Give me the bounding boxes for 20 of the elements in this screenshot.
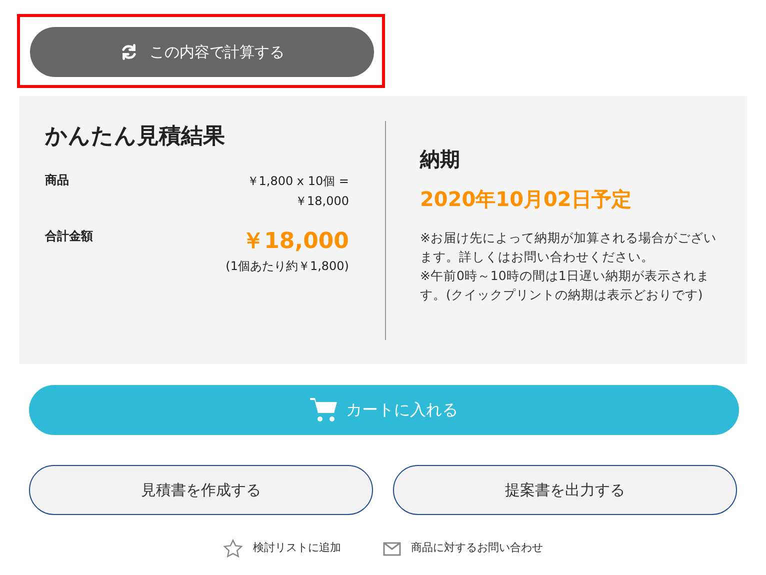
secondary-button[interactable]: 見積書を作成する xyxy=(29,465,373,515)
cart-icon xyxy=(310,397,338,423)
row-label: 商品 xyxy=(45,172,69,189)
delivery-note: ※午前0時～10時の間は1日遅い納期が表示されます。(クイックプリントの納期は表示どおりです) xyxy=(420,267,710,304)
secondary-button[interactable]: 提案書を出力する xyxy=(393,465,737,515)
refresh-icon xyxy=(120,43,138,61)
total-amount: ￥18,000 xyxy=(241,228,349,256)
delivery-title: 納期 xyxy=(420,146,461,173)
calculate-button[interactable]: この内容で計算する xyxy=(30,27,374,77)
row-value: ￥18,000 xyxy=(294,193,349,210)
delivery-note: ※お届け先によって納期が加算される場合がございます。詳しくはお問い合わせください。 xyxy=(420,229,718,266)
estimate-title: かんたん見積結果 xyxy=(45,123,226,151)
delivery-date: 2020年10月02日予定 xyxy=(420,186,632,213)
per-unit-price: (1個あたり約￥1,800) xyxy=(226,258,349,275)
star-icon xyxy=(223,539,243,558)
mail-icon xyxy=(383,542,401,556)
total-label: 合計金額 xyxy=(45,228,93,245)
action-link[interactable]: 検討リストに追加 xyxy=(223,539,341,558)
action-link[interactable]: 商品に対するお問い合わせ xyxy=(383,539,543,558)
row-value: ￥1,800 x 10個 = xyxy=(246,173,349,190)
